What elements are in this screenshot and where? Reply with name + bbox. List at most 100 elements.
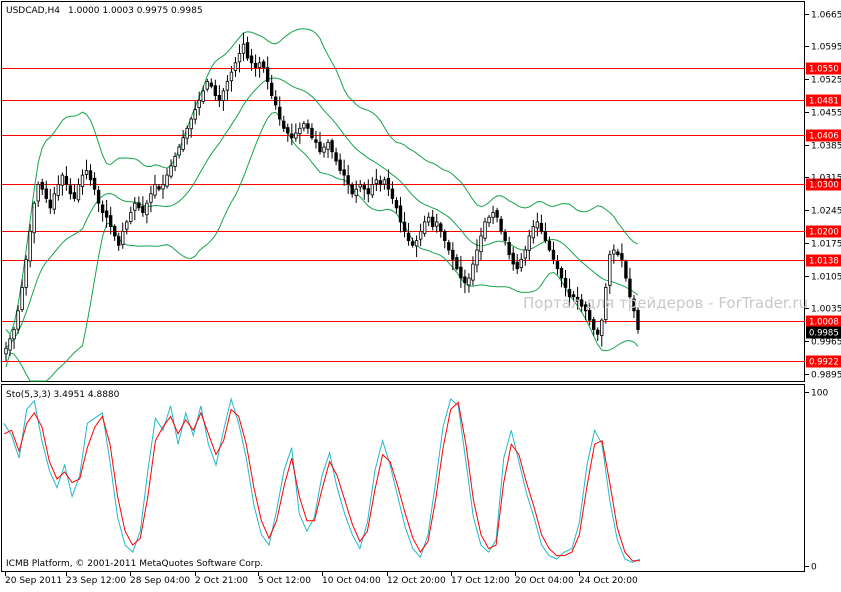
candle-body	[274, 96, 278, 106]
watermark: Портал для трейдеров - ForTrader.ru	[523, 294, 808, 312]
oscillator-axis: 100 0	[805, 389, 828, 573]
oscillator-title: Sto(5,3,3) 3.4951 4.8880	[6, 390, 120, 400]
candle-body	[153, 184, 157, 196]
symbol-label: USDCAD,H4	[6, 6, 60, 16]
candle-body	[487, 216, 491, 224]
candle-body	[141, 206, 145, 213]
candle-body	[362, 184, 366, 190]
candle-body	[32, 202, 36, 234]
candle-body	[503, 231, 507, 242]
candle-body	[20, 287, 24, 310]
candle-body	[499, 218, 503, 232]
time-tick-label: 10 Oct 04:00	[322, 576, 381, 586]
current-price-label: 0.9985	[809, 329, 839, 339]
candle-body	[382, 179, 387, 185]
candle-body	[354, 188, 358, 196]
candle-body	[322, 146, 326, 153]
candle-body	[483, 221, 487, 239]
candle-body	[169, 165, 173, 177]
time-tick-label: 2 Oct 21:00	[195, 576, 248, 586]
candle-body	[390, 188, 395, 199]
level-tag-label: 1.0481	[809, 97, 839, 107]
candle-body	[225, 81, 230, 91]
price-tick-label: 1.0525	[811, 76, 841, 86]
candle-body	[185, 127, 189, 139]
candle-body	[527, 235, 531, 251]
candle-body	[447, 242, 451, 251]
candle-body	[386, 177, 391, 190]
candle-body	[241, 43, 246, 54]
candle-body	[314, 139, 318, 143]
candle-body	[282, 120, 286, 129]
candle-body	[563, 277, 568, 288]
candle-body	[209, 82, 213, 87]
candle-body	[515, 261, 519, 270]
candle-body	[559, 268, 564, 279]
level-tag-label: 1.0008	[809, 318, 839, 328]
candle-body	[539, 222, 544, 232]
candle-body	[88, 170, 93, 181]
candle-body	[350, 184, 354, 195]
candle-body	[100, 204, 105, 213]
oscillator-tick-label: 0	[811, 563, 817, 573]
oscillator-panel-frame	[1, 384, 805, 572]
candle-body	[40, 181, 44, 190]
copyright-footer: ICMB Platform, © 2001-2011 MetaQuotes So…	[6, 559, 263, 569]
candle-body	[394, 200, 399, 209]
candle-body	[398, 205, 403, 223]
candle-body	[129, 212, 133, 222]
candle-body	[104, 210, 109, 218]
price-panel-frame	[1, 1, 805, 382]
candle-body	[249, 55, 254, 64]
candle-body	[96, 189, 101, 204]
candle-body	[56, 184, 61, 196]
candle-body	[306, 123, 310, 129]
candle-body	[294, 132, 298, 139]
time-tick-label: 28 Sep 04:00	[130, 576, 190, 586]
candle-body	[342, 169, 346, 176]
price-tick-label: 0.9965	[811, 338, 841, 348]
candle-body	[310, 127, 314, 139]
candle-body	[535, 221, 540, 229]
candle-body	[459, 266, 463, 279]
candle-body	[290, 133, 294, 139]
price-tick-label: 1.0455	[811, 109, 841, 119]
price-tick-label: 1.0665	[811, 11, 841, 21]
candle-body	[229, 71, 234, 82]
price-tick-label: 1.0175	[811, 240, 841, 250]
candle-body	[165, 174, 169, 187]
price-tick-label: 1.0315	[811, 174, 841, 184]
candle-body	[245, 42, 250, 59]
time-tick-label: 17 Oct 12:00	[451, 576, 510, 586]
candle-body	[137, 202, 141, 209]
candle-body	[16, 310, 20, 330]
candle-body	[133, 202, 137, 211]
candle-body	[177, 146, 181, 156]
candle-body	[551, 249, 556, 260]
candle-body	[624, 261, 628, 279]
candle-body	[125, 221, 129, 230]
candle-body	[44, 188, 48, 199]
candle-body	[596, 329, 600, 335]
candle-body	[76, 184, 81, 201]
level-tag-label: 1.0406	[809, 132, 839, 142]
candle-body	[330, 140, 334, 153]
candle-body	[495, 210, 499, 218]
price-tick-label: 1.0035	[811, 305, 841, 315]
candle-body	[4, 347, 8, 355]
candle-body	[463, 276, 467, 284]
candle-body	[237, 53, 242, 63]
candle-body	[471, 263, 475, 281]
candle-body	[620, 253, 624, 260]
candle-body	[479, 235, 483, 253]
candle-body	[451, 249, 455, 260]
candle-body	[338, 159, 342, 171]
candle-body	[80, 174, 85, 187]
candle-body	[269, 82, 274, 96]
candle-body	[12, 329, 16, 340]
candle-body	[92, 177, 97, 190]
candle-body	[435, 221, 439, 227]
candle-body	[443, 231, 447, 242]
candle-body	[555, 261, 560, 270]
candle-body	[157, 186, 161, 190]
